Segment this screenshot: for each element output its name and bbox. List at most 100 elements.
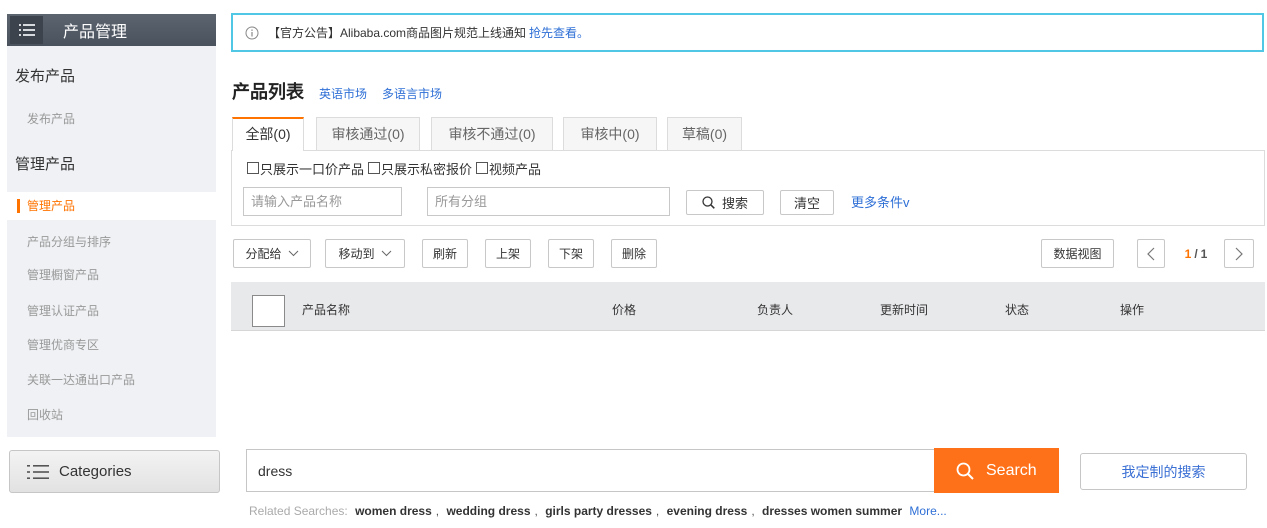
fixed-price-label: 只展示一口价产品	[260, 161, 365, 177]
more-conditions-link[interactable]: 更多条件v	[851, 190, 910, 215]
data-view-label: 数据视图	[1053, 247, 1102, 261]
filter-search-button[interactable]: 搜索	[686, 190, 764, 215]
filter-fixed-price[interactable]: 只展示一口价产品	[247, 159, 364, 178]
data-view-button[interactable]: 数据视图	[1041, 239, 1114, 268]
column-product-name: 产品名称	[302, 303, 351, 317]
private-quote-checkbox[interactable]	[368, 162, 381, 174]
column-owner: 负责人	[757, 303, 794, 317]
related-separator: ,	[435, 504, 440, 518]
pager-next-button[interactable]	[1224, 239, 1254, 268]
column-status: 状态	[1005, 303, 1030, 317]
product-list-header: 产品列表 英语市场 多语言市场	[232, 78, 442, 104]
menu-icon	[18, 24, 35, 36]
sidebar-item-export-linked[interactable]: 关联一达通出口产品	[7, 366, 216, 394]
custom-search-button[interactable]: 我定制的搜索	[1080, 453, 1247, 490]
product-name-input[interactable]	[243, 187, 402, 216]
search-input[interactable]	[246, 449, 934, 492]
assign-label: 分配给	[245, 247, 282, 261]
delete-label: 删除	[621, 247, 646, 261]
pager-total-pages: 1	[1200, 246, 1208, 261]
announcement-link[interactable]: 抢先查看。	[529, 24, 589, 41]
pager-separator: /	[1194, 246, 1198, 261]
on-shelf-label: 上架	[495, 247, 520, 261]
tab-drafts[interactable]: 草稿(0)	[667, 117, 742, 150]
search-button-label: Search	[986, 461, 1037, 479]
column-actions: 操作	[1120, 303, 1145, 317]
delete-button[interactable]: 删除	[611, 239, 657, 268]
tab-reviewing[interactable]: 审核中(0)	[563, 117, 657, 150]
related-separator: ,	[534, 504, 538, 518]
private-quote-label: 只展示私密报价	[381, 161, 473, 177]
related-separator: ,	[751, 504, 755, 518]
video-product-label: 视频产品	[489, 161, 542, 177]
product-group-select[interactable]	[427, 187, 670, 216]
chevron-down-icon	[288, 250, 298, 257]
list-icon	[27, 464, 49, 479]
categories-label: Categories	[59, 463, 132, 480]
related-search-link[interactable]: girls party dresses	[545, 504, 652, 518]
filter-video-product[interactable]: 视频产品	[476, 159, 541, 178]
search-button[interactable]: Search	[934, 448, 1059, 493]
related-search-link[interactable]: dresses women summer	[762, 504, 902, 518]
announcement-bar: 【官方公告】Alibaba.com商品图片规范上线通知 抢先查看。	[231, 13, 1264, 52]
tab-rejected[interactable]: 审核不通过(0)	[431, 117, 553, 150]
off-shelf-label: 下架	[558, 247, 583, 261]
sidebar-title: 产品管理	[63, 24, 128, 41]
column-updated-time: 更新时间	[880, 303, 929, 317]
pager-prev-button[interactable]	[1137, 239, 1165, 268]
assign-dropdown[interactable]: 分配给	[233, 239, 311, 268]
page-title: 产品列表	[232, 82, 304, 102]
categories-button[interactable]: Categories	[9, 450, 220, 493]
info-icon	[245, 26, 259, 39]
tab-approved[interactable]: 审核通过(0)	[316, 117, 420, 150]
related-search-link[interactable]: wedding dress	[446, 504, 530, 518]
sidebar-item-manage-products[interactable]: 管理产品	[7, 192, 216, 220]
refresh-label: 刷新	[432, 247, 457, 261]
off-shelf-button[interactable]: 下架	[548, 239, 594, 268]
filter-clear-button[interactable]: 清空	[780, 190, 834, 215]
sidebar: 产品管理 发布产品 发布产品 管理产品 管理产品 产品分组与排序 管理橱窗产品 …	[7, 14, 216, 437]
select-all-checkbox[interactable]	[252, 295, 285, 327]
fixed-price-checkbox[interactable]	[247, 162, 259, 174]
tab-all[interactable]: 全部(0)	[232, 117, 304, 151]
search-icon	[956, 462, 974, 480]
custom-search-label: 我定制的搜索	[1121, 463, 1206, 480]
sidebar-heading-publish: 发布产品	[15, 68, 76, 85]
related-separator: ,	[655, 504, 660, 518]
refresh-button[interactable]: 刷新	[422, 239, 468, 268]
sidebar-item-premium-zone[interactable]: 管理优商专区	[7, 331, 216, 359]
related-search-link[interactable]: women dress	[355, 504, 432, 518]
sidebar-item-recycle-bin[interactable]: 回收站	[7, 401, 216, 429]
sidebar-heading-manage: 管理产品	[15, 156, 76, 173]
related-searches: Related Searches: women dress, wedding d…	[249, 503, 947, 519]
filter-search-label: 搜索	[721, 196, 748, 211]
filter-clear-label: 清空	[793, 196, 820, 211]
move-to-dropdown[interactable]: 移动到	[325, 239, 405, 268]
chevron-left-icon	[1147, 247, 1155, 260]
column-price: 价格	[612, 303, 637, 317]
chevron-right-icon	[1235, 247, 1243, 260]
product-table-header: 产品名称 价格 负责人 更新时间 状态 操作	[231, 282, 1265, 331]
on-shelf-button[interactable]: 上架	[485, 239, 531, 268]
sidebar-header: 产品管理	[7, 14, 216, 46]
market-link-english[interactable]: 英语市场	[319, 85, 367, 102]
filter-checkboxes: 只展示一口价产品 只展示私密报价 视频产品	[247, 159, 545, 177]
sidebar-menu-toggle[interactable]	[10, 16, 43, 44]
sidebar-item-certified[interactable]: 管理认证产品	[7, 297, 216, 325]
filter-private-quote[interactable]: 只展示私密报价	[368, 159, 472, 178]
announcement-text: 【官方公告】Alibaba.com商品图片规范上线通知	[268, 26, 527, 40]
chevron-down-icon	[381, 250, 391, 257]
pager-indicator: 1 / 1	[1172, 239, 1220, 268]
pager-current-page: 1	[1184, 246, 1192, 261]
related-searches-more-link[interactable]: More...	[909, 504, 946, 518]
related-searches-label: Related Searches:	[249, 504, 348, 518]
sidebar-item-showcase[interactable]: 管理橱窗产品	[7, 261, 216, 289]
move-to-label: 移动到	[338, 247, 375, 261]
market-link-multilingual[interactable]: 多语言市场	[382, 85, 442, 102]
sidebar-item-group-sort[interactable]: 产品分组与排序	[7, 228, 216, 256]
search-icon	[702, 196, 715, 209]
video-product-checkbox[interactable]	[476, 162, 489, 174]
filter-panel: 只展示一口价产品 只展示私密报价 视频产品 搜索 清空 更多条件v	[231, 150, 1265, 226]
sidebar-item-publish-product[interactable]: 发布产品	[7, 105, 216, 133]
related-search-link[interactable]: evening dress	[667, 504, 748, 518]
